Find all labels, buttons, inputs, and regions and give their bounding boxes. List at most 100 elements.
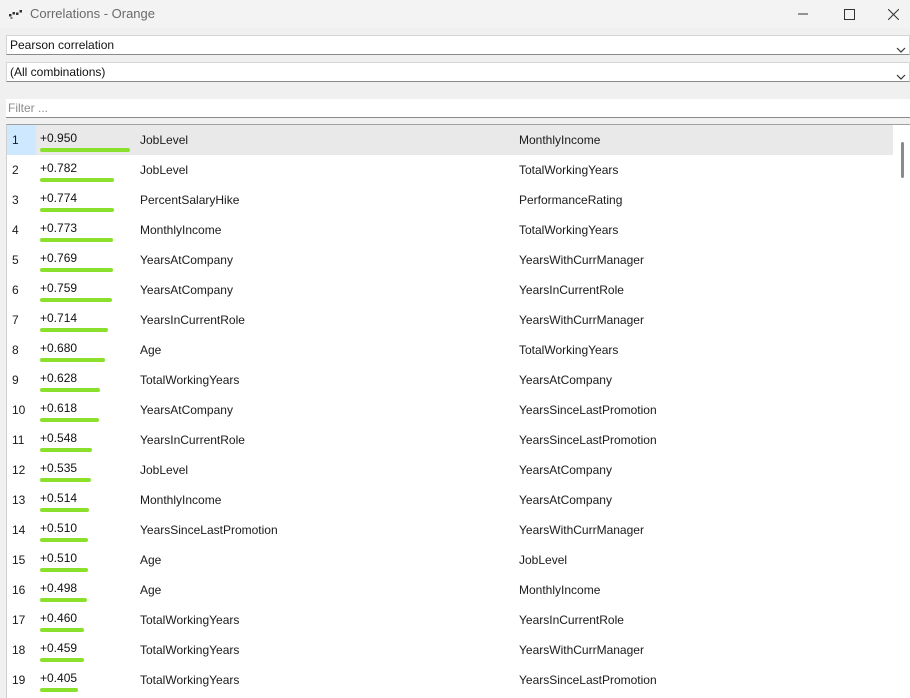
feature-1-cell: Age	[140, 343, 162, 357]
table-row[interactable]: 8 +0.680 Age TotalWorkingYears	[7, 335, 893, 365]
table-row[interactable]: 3 +0.774 PercentSalaryHike PerformanceRatin…	[7, 185, 893, 215]
scrollbar-thumb[interactable]	[901, 142, 904, 178]
correlation-value: +0.628	[40, 371, 78, 385]
feature-select[interactable]: (All combinations)	[6, 62, 910, 82]
feature-2-cell: MonthlyIncome	[519, 133, 601, 147]
feature-2-cell: YearsAtCompany	[519, 493, 612, 507]
table-row[interactable]: 18 +0.459 TotalWorkingYears YearsWithCurrMa…	[7, 635, 893, 665]
row-index: 14	[12, 523, 26, 537]
table-row[interactable]: 2 +0.782 JobLevel TotalWorkingYears	[7, 155, 893, 185]
table-row[interactable]: 14 +0.510 YearsSinceLastPromotion YearsWith…	[7, 515, 893, 545]
feature-2-cell: MonthlyIncome	[519, 583, 601, 597]
table-row[interactable]: 10 +0.618 YearsAtCompany YearsSinceLastProm…	[7, 395, 893, 425]
correlation-value: +0.782	[40, 161, 78, 175]
title-bar: Correlations - Orange	[0, 0, 910, 28]
row-index: 8	[12, 343, 19, 357]
row-index: 9	[12, 373, 19, 387]
feature-2-cell: TotalWorkingYears	[519, 223, 619, 237]
table-row[interactable]: 7 +0.714 YearsInCurrentRole YearsWithCurrMa…	[7, 305, 893, 335]
feature-2-cell: YearsSinceLastPromotion	[519, 673, 657, 687]
feature-1-cell: YearsInCurrentRole	[140, 313, 245, 327]
feature-1-cell: TotalWorkingYears	[140, 673, 240, 687]
correlation-bar	[40, 268, 113, 272]
correlation-bar	[40, 238, 113, 242]
row-index: 1	[7, 125, 36, 155]
correlation-bar	[40, 358, 105, 362]
correlation-bar	[40, 388, 100, 392]
feature-2-cell: YearsInCurrentRole	[519, 283, 624, 297]
feature-2-cell: YearsWithCurrManager	[519, 253, 644, 267]
correlation-value: +0.769	[40, 251, 78, 265]
feature-2-cell: JobLevel	[519, 553, 568, 567]
correlation-value: +0.759	[40, 281, 78, 295]
table-row[interactable]: 9 +0.628 TotalWorkingYears YearsAtCompany	[7, 365, 893, 395]
feature-1-cell: YearsAtCompany	[140, 403, 233, 417]
correlation-method-value: Pearson correlation	[10, 38, 115, 52]
correlation-value: +0.618	[40, 401, 78, 415]
correlations-table: 1 +0.950 JobLevel MonthlyIncome 2 +0.782 JobLe…	[6, 124, 910, 698]
row-index: 16	[12, 583, 26, 597]
feature-1-cell: JobLevel	[140, 463, 189, 477]
correlation-value: +0.774	[40, 191, 78, 205]
table-row[interactable]: 6 +0.759 YearsAtCompany YearsInCurrentRole	[7, 275, 893, 305]
row-index: 4	[12, 223, 19, 237]
correlation-value: +0.773	[40, 221, 78, 235]
feature-1-cell: TotalWorkingYears	[140, 613, 240, 627]
feature-2-cell: PerformanceRating	[519, 193, 623, 207]
row-index: 6	[12, 283, 19, 297]
table-row[interactable]: 15 +0.510 Age JobLevel	[7, 545, 893, 575]
feature-1-cell: TotalWorkingYears	[140, 373, 240, 387]
row-index: 17	[12, 613, 26, 627]
correlation-bar	[40, 148, 130, 152]
filter-input[interactable]	[6, 99, 910, 118]
feature-2-cell: YearsWithCurrManager	[519, 523, 644, 537]
window-title: Correlations - Orange	[30, 6, 155, 21]
feature-2-cell: TotalWorkingYears	[519, 343, 619, 357]
correlation-value: +0.680	[40, 341, 78, 355]
feature-2-cell: YearsWithCurrManager	[519, 643, 644, 657]
feature-1-cell: PercentSalaryHike	[140, 193, 240, 207]
feature-1-cell: YearsAtCompany	[140, 253, 233, 267]
table-row[interactable]: 11 +0.548 YearsInCurrentRole YearsSinceLast…	[7, 425, 893, 455]
table-row[interactable]: 16 +0.498 Age MonthlyIncome	[7, 575, 893, 605]
correlation-value: +0.459	[40, 641, 78, 655]
correlation-bar	[40, 448, 92, 452]
correlation-value: +0.514	[40, 491, 78, 505]
feature-1-cell: MonthlyIncome	[140, 223, 222, 237]
close-button[interactable]	[870, 0, 910, 28]
feature-1-cell: YearsAtCompany	[140, 283, 233, 297]
correlation-method-select[interactable]: Pearson correlation	[6, 35, 910, 55]
feature-1-cell: JobLevel	[140, 163, 189, 177]
table-row[interactable]: 1 +0.950 JobLevel MonthlyIncome	[7, 125, 893, 155]
correlation-bar	[40, 178, 114, 182]
feature-2-cell: YearsSinceLastPromotion	[519, 403, 657, 417]
table-row[interactable]: 19 +0.405 TotalWorkingYears YearsSinceLastP…	[7, 665, 893, 695]
table-row[interactable]: 13 +0.514 MonthlyIncome YearsAtCompany	[7, 485, 893, 515]
row-index: 13	[12, 493, 26, 507]
maximize-button[interactable]	[826, 0, 872, 28]
correlation-bar	[40, 508, 89, 512]
feature-2-cell: TotalWorkingYears	[519, 163, 619, 177]
table-row[interactable]: 4 +0.773 MonthlyIncome TotalWorkingYears	[7, 215, 893, 245]
row-index: 10	[12, 403, 26, 417]
correlation-value: +0.714	[40, 311, 78, 325]
table-row[interactable]: 5 +0.769 YearsAtCompany YearsWithCurrManage…	[7, 245, 893, 275]
close-icon	[887, 8, 899, 20]
table-row[interactable]: 12 +0.535 JobLevel YearsAtCompany	[7, 455, 893, 485]
table-row[interactable]: 17 +0.460 TotalWorkingYears YearsInCurrentR…	[7, 605, 893, 635]
feature-2-cell: YearsSinceLastPromotion	[519, 433, 657, 447]
correlation-bar	[40, 688, 78, 692]
correlation-bar	[40, 478, 91, 482]
feature-1-cell: Age	[140, 553, 162, 567]
vertical-scrollbar[interactable]	[893, 125, 910, 698]
feature-1-cell: MonthlyIncome	[140, 493, 222, 507]
feature-2-cell: YearsWithCurrManager	[519, 313, 644, 327]
correlation-bar	[40, 568, 88, 572]
correlation-value: +0.535	[40, 461, 78, 475]
minimize-icon	[798, 9, 808, 19]
correlation-value: +0.510	[40, 551, 78, 565]
row-index: 3	[12, 193, 19, 207]
feature-select-value: (All combinations)	[10, 65, 106, 79]
minimize-button[interactable]	[780, 0, 826, 28]
maximize-icon	[843, 8, 855, 20]
